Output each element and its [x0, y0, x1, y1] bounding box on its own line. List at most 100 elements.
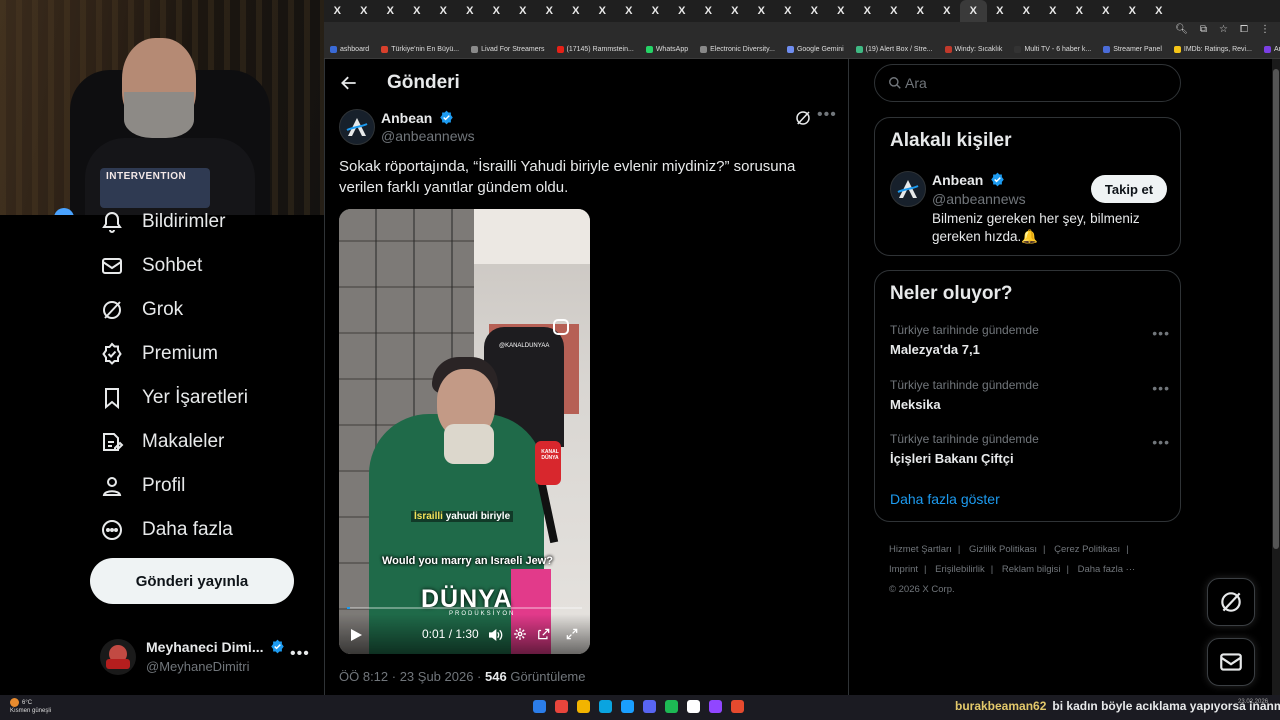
- author-handle[interactable]: @anbeannews: [381, 128, 475, 144]
- taskbar-app-icon[interactable]: [577, 700, 590, 713]
- browser-tab[interactable]: X: [1013, 5, 1040, 17]
- browser-tab[interactable]: X: [404, 5, 431, 17]
- picture-in-picture-icon[interactable]: [537, 627, 551, 641]
- bookmark-item[interactable]: Türkiye'nin En Büyü...: [375, 46, 465, 53]
- nav-item-notifications[interactable]: Bildirimler: [100, 210, 225, 234]
- footer-link[interactable]: Hizmet Şartları: [889, 544, 952, 555]
- nav-item-articles[interactable]: Makaleler: [100, 430, 224, 454]
- browser-tab[interactable]: X: [351, 5, 378, 17]
- nav-item-more[interactable]: Daha fazla: [100, 518, 233, 542]
- author-name[interactable]: Anbean: [381, 110, 432, 126]
- browser-tab[interactable]: X: [457, 5, 484, 17]
- play-icon[interactable]: [349, 628, 363, 642]
- browser-tab[interactable]: X: [1146, 5, 1173, 17]
- taskbar-app-icon[interactable]: [731, 700, 744, 713]
- search-box[interactable]: [874, 64, 1181, 102]
- trend-item[interactable]: Türkiye tarihinde gündemde İçişleri Baka…: [890, 432, 1170, 476]
- account-more-icon[interactable]: •••: [290, 645, 310, 663]
- trend-item[interactable]: Türkiye tarihinde gündemde Meksika •••: [890, 378, 1170, 422]
- related-handle[interactable]: @anbeannews: [932, 191, 1026, 207]
- weather-widget[interactable]: 6°C Kısmen güneşli: [10, 698, 51, 715]
- related-avatar[interactable]: [890, 171, 926, 207]
- bookmark-item[interactable]: (17145) Rammstein...: [551, 46, 640, 53]
- bookmark-item[interactable]: Google Gemini: [781, 46, 850, 53]
- extensions-icon[interactable]: ⧠: [1240, 24, 1248, 35]
- taskbar-app-icon[interactable]: [643, 700, 656, 713]
- follow-button[interactable]: Takip et: [1091, 175, 1167, 203]
- related-name[interactable]: Anbean: [932, 172, 983, 188]
- browser-tab[interactable]: X: [1040, 5, 1067, 17]
- bookmark-item[interactable]: (19) Alert Box / Stre...: [850, 46, 939, 53]
- browser-tab[interactable]: X: [1066, 5, 1093, 17]
- browser-tab[interactable]: X: [960, 0, 987, 22]
- bookmark-item[interactable]: Livad For Streamers: [465, 46, 550, 53]
- post-time[interactable]: ÖÖ 8:12: [339, 669, 388, 684]
- browser-tab[interactable]: X: [669, 5, 696, 17]
- nav-item-chat[interactable]: Sohbet: [100, 254, 202, 278]
- related-name-row[interactable]: Anbean: [932, 172, 1005, 188]
- bookmark-item[interactable]: Ana Sayfa • HBO Max: [1258, 46, 1280, 53]
- bookmark-item[interactable]: Streamer Panel: [1097, 46, 1168, 53]
- browser-tab[interactable]: X: [854, 5, 881, 17]
- taskbar-app-icon[interactable]: [533, 700, 546, 713]
- footer-link[interactable]: Gizlilik Politikası: [969, 544, 1037, 555]
- taskbar-app-icon[interactable]: [687, 700, 700, 713]
- bookmark-item[interactable]: WhatsApp: [640, 46, 694, 53]
- taskbar-app-icon[interactable]: [709, 700, 722, 713]
- star-icon[interactable]: ☆: [1219, 24, 1228, 35]
- post-date[interactable]: 23 Şub 2026: [400, 669, 474, 684]
- browser-tab[interactable]: X: [563, 5, 590, 17]
- search-input[interactable]: [905, 73, 1165, 93]
- trend-more-icon[interactable]: •••: [1152, 380, 1170, 396]
- nav-item-premium[interactable]: Premium: [100, 342, 218, 366]
- browser-tab[interactable]: X: [616, 5, 643, 17]
- video-progress-bar[interactable]: [347, 607, 582, 609]
- browser-tab[interactable]: X: [775, 5, 802, 17]
- browser-tab[interactable]: X: [589, 5, 616, 17]
- scrollbar-thumb[interactable]: [1273, 69, 1279, 549]
- back-arrow-icon[interactable]: [339, 73, 359, 93]
- footer-link[interactable]: Imprint: [889, 564, 918, 575]
- taskbar-app-icon[interactable]: [621, 700, 634, 713]
- fullscreen-icon[interactable]: [565, 627, 579, 641]
- taskbar-app-icon[interactable]: [665, 700, 678, 713]
- share-icon[interactable]: ⧉: [1200, 24, 1207, 35]
- nav-item-grok[interactable]: Grok: [100, 298, 183, 322]
- bookmark-item[interactable]: Electronic Diversity...: [694, 46, 781, 53]
- browser-tab[interactable]: X: [510, 5, 537, 17]
- page-scrollbar[interactable]: [1272, 59, 1280, 695]
- browser-tab[interactable]: X: [722, 5, 749, 17]
- browser-tab[interactable]: X: [881, 5, 908, 17]
- nav-item-profile[interactable]: Profil: [100, 474, 185, 498]
- trend-more-icon[interactable]: •••: [1152, 325, 1170, 341]
- author-avatar[interactable]: [339, 109, 375, 145]
- browser-tab[interactable]: X: [1119, 5, 1146, 17]
- post-more-icon[interactable]: •••: [817, 106, 837, 124]
- bookmark-item[interactable]: IMDb: Ratings, Revi...: [1168, 46, 1258, 53]
- bookmark-item[interactable]: ashboard: [324, 46, 375, 53]
- browser-tab[interactable]: X: [748, 5, 775, 17]
- browser-tab[interactable]: X: [801, 5, 828, 17]
- trend-more-icon[interactable]: •••: [1152, 434, 1170, 450]
- video-player[interactable]: @KANALDUNYAA KANAL DÜNYA İsrailli yahudi…: [339, 209, 590, 654]
- taskbar-app-icon[interactable]: [555, 700, 568, 713]
- nav-item-bookmarks[interactable]: Yer İşaretleri: [100, 386, 248, 410]
- browser-tab[interactable]: X: [642, 5, 669, 17]
- browser-tab[interactable]: X: [324, 5, 351, 17]
- bookmark-item[interactable]: Windy: Sıcaklık: [939, 46, 1009, 53]
- browser-tab[interactable]: X: [907, 5, 934, 17]
- author-name-row[interactable]: Anbean: [381, 110, 454, 126]
- messages-floating-button[interactable]: [1207, 638, 1255, 686]
- browser-tab[interactable]: X: [536, 5, 563, 17]
- settings-gear-icon[interactable]: [513, 627, 527, 641]
- trend-item[interactable]: Türkiye tarihinde gündemde Malezya'da 7,…: [890, 323, 1170, 367]
- taskbar-app-icon[interactable]: [599, 700, 612, 713]
- footer-link[interactable]: Daha fazla ···: [1078, 564, 1136, 575]
- browser-tab[interactable]: X: [1093, 5, 1120, 17]
- browser-tab[interactable]: X: [483, 5, 510, 17]
- footer-link[interactable]: Reklam bilgisi: [1002, 564, 1061, 575]
- post-button[interactable]: Gönderi yayınla: [90, 558, 294, 604]
- footer-link[interactable]: Erişilebilirlik: [935, 564, 985, 575]
- grok-floating-button[interactable]: [1207, 578, 1255, 626]
- grok-explain-icon[interactable]: [794, 109, 812, 127]
